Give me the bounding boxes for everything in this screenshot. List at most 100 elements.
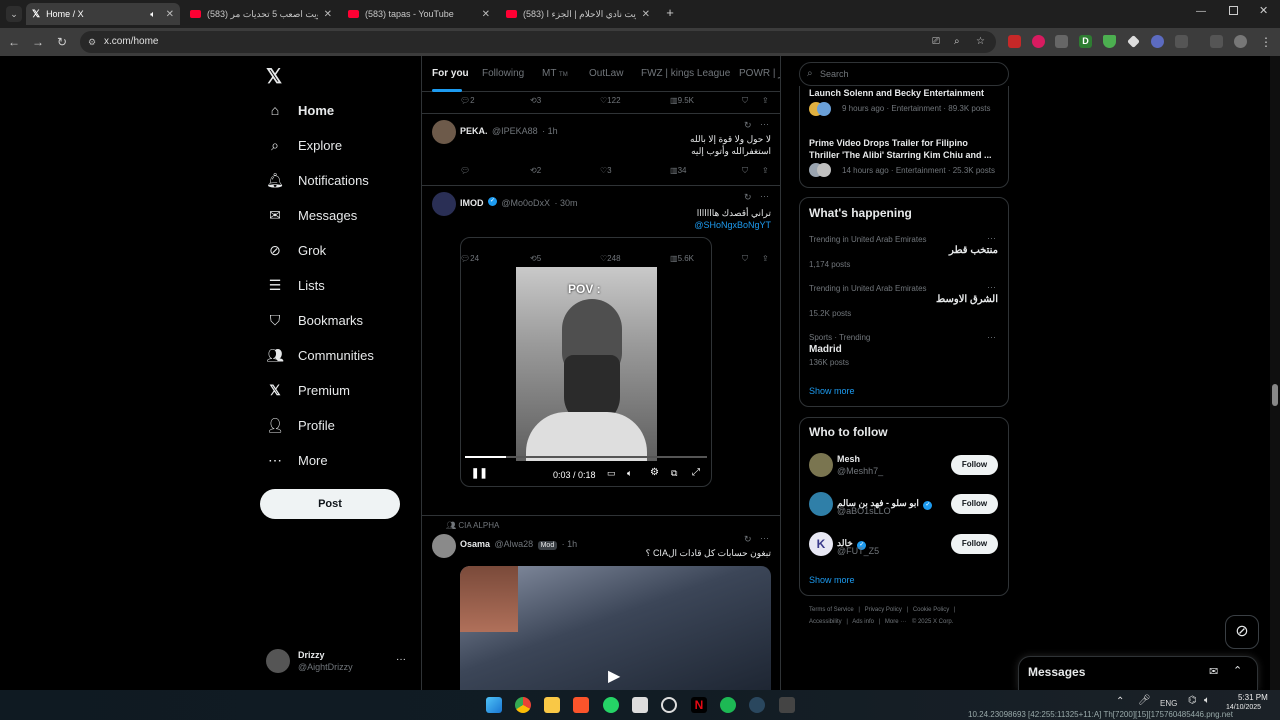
follow-button[interactable]: Follow [951, 534, 998, 554]
views-button[interactable]: ▥ 9.5K [670, 96, 694, 105]
window-close-button[interactable]: ✕ [1259, 4, 1268, 17]
follow-button[interactable]: Follow [951, 455, 998, 475]
steam-icon[interactable] [749, 697, 765, 713]
post[interactable]: 👥︎ CIA ALPHA Osama @Alwa28 Mod · 1h ↻ ··… [422, 516, 780, 690]
file-explorer-icon[interactable] [544, 697, 560, 713]
tab-list-button[interactable]: ⌄ [6, 6, 22, 22]
nav-profile[interactable]: 👤︎ Profile [266, 412, 335, 438]
browser-menu-icon[interactable]: ⋮ [1258, 34, 1274, 50]
bookmark-icon[interactable]: ⛉ [742, 166, 748, 176]
site-info-icon[interactable]: ⚙︎ [88, 31, 96, 53]
spotify-icon[interactable] [720, 697, 736, 713]
grok-icon[interactable]: ↻ [744, 534, 752, 545]
extension-shield-icon[interactable] [1103, 35, 1116, 48]
reply-button[interactable]: 💬︎ 2 [460, 96, 475, 105]
extension-diamond-icon[interactable] [1127, 35, 1140, 48]
repost-button[interactable]: ⟲ 2 [530, 166, 541, 175]
forward-button[interactable]: → [30, 34, 46, 50]
mention-link[interactable]: @SHoNgxBoNgYT [694, 220, 771, 230]
post-media[interactable]: ▶ [460, 566, 771, 690]
new-tab-button[interactable]: + [662, 5, 678, 21]
avatar[interactable] [809, 453, 833, 477]
more-icon[interactable]: ··· [760, 191, 769, 201]
extension-red-icon[interactable] [1008, 35, 1021, 48]
microphone-icon[interactable]: 🎤︎ [1138, 695, 1151, 706]
nav-lists[interactable]: ☰ Lists [266, 272, 325, 298]
whatsapp-icon[interactable] [603, 697, 619, 713]
nav-messages[interactable]: ✉ Messages [266, 202, 357, 228]
extensions-puzzle-icon[interactable] [1175, 35, 1188, 48]
avatar[interactable] [809, 492, 833, 516]
minimize-button[interactable]: — [1196, 6, 1206, 17]
grok-icon[interactable]: ↻ [744, 120, 752, 131]
like-button[interactable]: ♡ 122 [600, 96, 621, 105]
video-progress-track[interactable] [465, 456, 707, 458]
search-input[interactable]: ⌕ Search [799, 62, 1009, 86]
close-icon[interactable]: ✕ [166, 9, 174, 20]
maximize-button[interactable] [1229, 6, 1238, 15]
user-name[interactable]: Mesh [837, 454, 860, 464]
views-button[interactable]: ▥ 34 [670, 166, 686, 175]
tab-youtube-1[interactable]: سويت اصعب 5 تحديات مر (583) ✕ [184, 3, 338, 25]
nav-explore[interactable]: ⌕ Explore [266, 132, 342, 158]
tab-home-x[interactable]: 𝕏 Home / X 🔈︎ ✕ [26, 3, 180, 25]
bookmark-icon[interactable]: ⛉ [742, 96, 748, 106]
share-icon[interactable]: ⇪ [762, 96, 769, 105]
show-more-link[interactable]: Show more [809, 575, 855, 585]
more-icon[interactable]: ··· [760, 119, 769, 129]
captions-icon[interactable]: ▭ [607, 468, 616, 479]
trend-title[interactable]: الشرق الاوسط [936, 294, 998, 305]
trend-title[interactable]: منتخب قطر [949, 245, 998, 256]
tab-powr[interactable]: POWR | ور [739, 68, 780, 79]
bookmark-star-icon[interactable]: ☆ [976, 31, 985, 53]
extension-grid-icon[interactable] [1055, 35, 1068, 48]
nav-grok[interactable]: ⊘ Grok [266, 237, 326, 263]
extension-pink-icon[interactable] [1032, 35, 1045, 48]
profile-avatar-icon[interactable] [1234, 35, 1247, 48]
footer-link[interactable]: Accessibility [809, 619, 842, 625]
tab-following[interactable]: Following [482, 68, 524, 79]
clock-time[interactable]: 5:31 PM [1238, 693, 1268, 702]
post-button[interactable]: Post [260, 489, 400, 519]
views-button[interactable]: ▥ 5.6K [670, 254, 694, 263]
sync-icon[interactable] [661, 697, 677, 713]
fullscreen-icon[interactable]: ⤢ [692, 467, 700, 478]
close-icon[interactable]: ✕ [642, 9, 650, 20]
new-message-icon[interactable]: ✉ [1209, 665, 1218, 678]
close-icon[interactable]: ✕ [482, 9, 490, 20]
volume-icon[interactable]: 🔈︎ [627, 468, 632, 479]
netflix-icon[interactable]: N [691, 697, 707, 713]
post-time[interactable]: · 1h [562, 539, 578, 549]
more-icon[interactable]: ··· [987, 282, 996, 292]
grok-float-button[interactable]: ⊘ [1225, 615, 1259, 649]
like-button[interactable]: ♡ 248 [600, 254, 621, 263]
tab-mt[interactable]: MT TM [542, 68, 568, 79]
user-handle[interactable]: @Alwa28 [494, 539, 533, 549]
footer-link[interactable]: Terms of Service [809, 607, 854, 613]
reload-button[interactable]: ↻ [54, 34, 70, 50]
nav-more[interactable]: ⋯ More [266, 447, 328, 473]
news-title[interactable]: Launch Solenn and Becky Entertainment [809, 87, 999, 99]
footer-link[interactable]: Privacy Policy [865, 607, 902, 613]
trend-title[interactable]: Madrid [809, 344, 842, 355]
messages-drawer[interactable]: Messages ✉ ⌃ [1018, 656, 1258, 690]
nav-premium[interactable]: 𝕏 Premium [266, 377, 350, 403]
more-icon[interactable]: ··· [760, 533, 769, 543]
reading-list-icon[interactable] [1210, 35, 1223, 48]
video-player[interactable]: POV : ❚❚ 0:03 / 0:18 ▭ 🔈︎ ⚙︎ ⧉ ⤢ [460, 237, 712, 487]
address-bar[interactable]: ⚙︎ x.com/home ⎚ ⌕ ☆ [80, 31, 996, 53]
speaker-icon[interactable]: 🔈︎ [150, 9, 155, 20]
share-icon[interactable]: ⇪ [762, 254, 769, 263]
back-button[interactable]: ← [6, 34, 22, 50]
show-more-link[interactable]: Show more [809, 386, 855, 396]
avatar[interactable]: K [809, 532, 833, 556]
tab-youtube-2[interactable]: (583) tapas - YouTube ✕ [342, 3, 496, 25]
footer-link[interactable]: More ··· [885, 619, 906, 625]
chrome-icon[interactable] [515, 697, 531, 713]
post[interactable]: IMOD ✓ @Mo0oDxX · 30m ↻ ··· تراني أقصدك … [422, 186, 780, 516]
reply-button[interactable]: 💬︎ 24 [460, 254, 479, 263]
footer-link[interactable]: Cookie Policy [913, 607, 949, 613]
reply-button[interactable]: 💬︎ [460, 166, 470, 175]
clock-date[interactable]: 14/10/2025 [1226, 704, 1261, 711]
like-button[interactable]: ♡ 3 [600, 166, 612, 175]
